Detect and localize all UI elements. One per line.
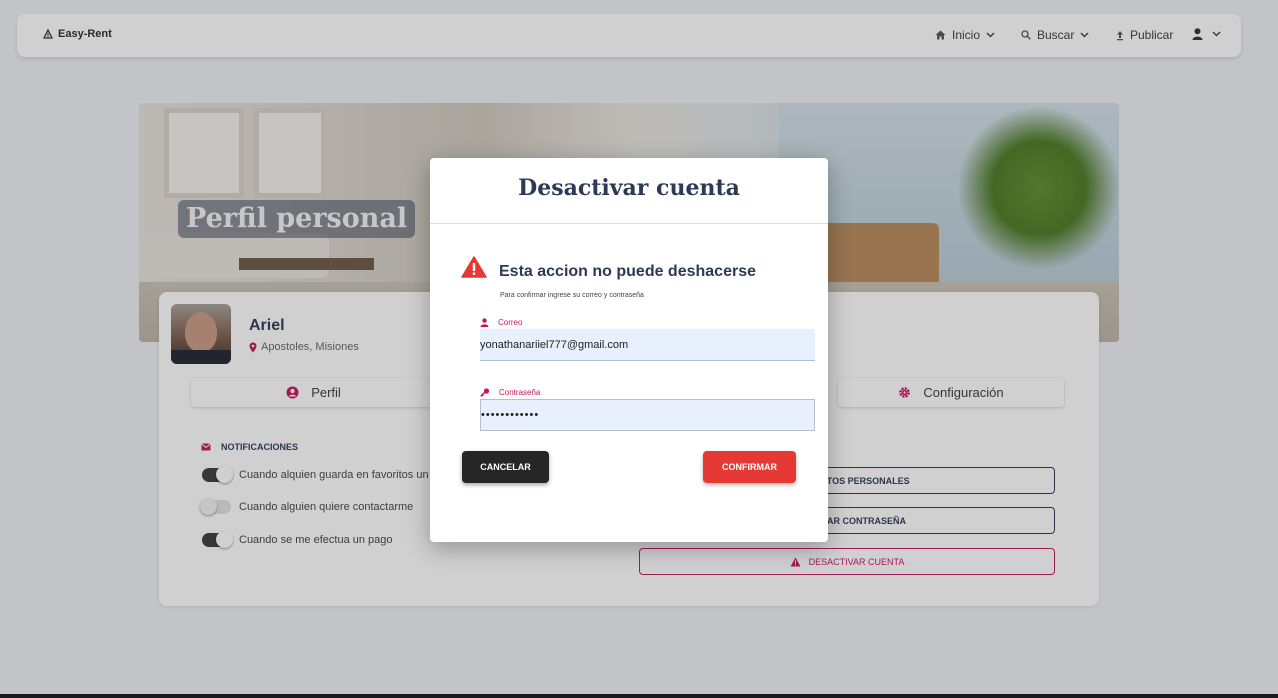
password-label-text: Contraseña — [499, 388, 541, 397]
confirm-button[interactable]: CONFIRMAR — [703, 451, 796, 483]
page-background: Easy-Rent Inicio Buscar Publicar Perfil … — [0, 0, 1278, 694]
cancel-button[interactable]: CANCELAR — [462, 451, 549, 483]
warning-subtitle: Para confirmar ingrese su correo y contr… — [500, 292, 644, 299]
password-field[interactable] — [480, 399, 815, 431]
key-icon — [480, 388, 490, 397]
email-label-text: Correo — [498, 318, 523, 327]
user-icon — [480, 318, 489, 327]
warning-icon — [461, 256, 487, 278]
email-field[interactable] — [480, 329, 815, 361]
dialog-title: Desactivar cuenta — [430, 158, 828, 224]
bottom-edge — [0, 694, 1278, 698]
deactivate-account-dialog: Desactivar cuenta Esta accion no puede d… — [430, 158, 828, 542]
email-field-label: Correo — [480, 318, 522, 327]
warning-title: Esta accion no puede deshacerse — [499, 263, 756, 280]
password-field-label: Contraseña — [480, 388, 540, 397]
